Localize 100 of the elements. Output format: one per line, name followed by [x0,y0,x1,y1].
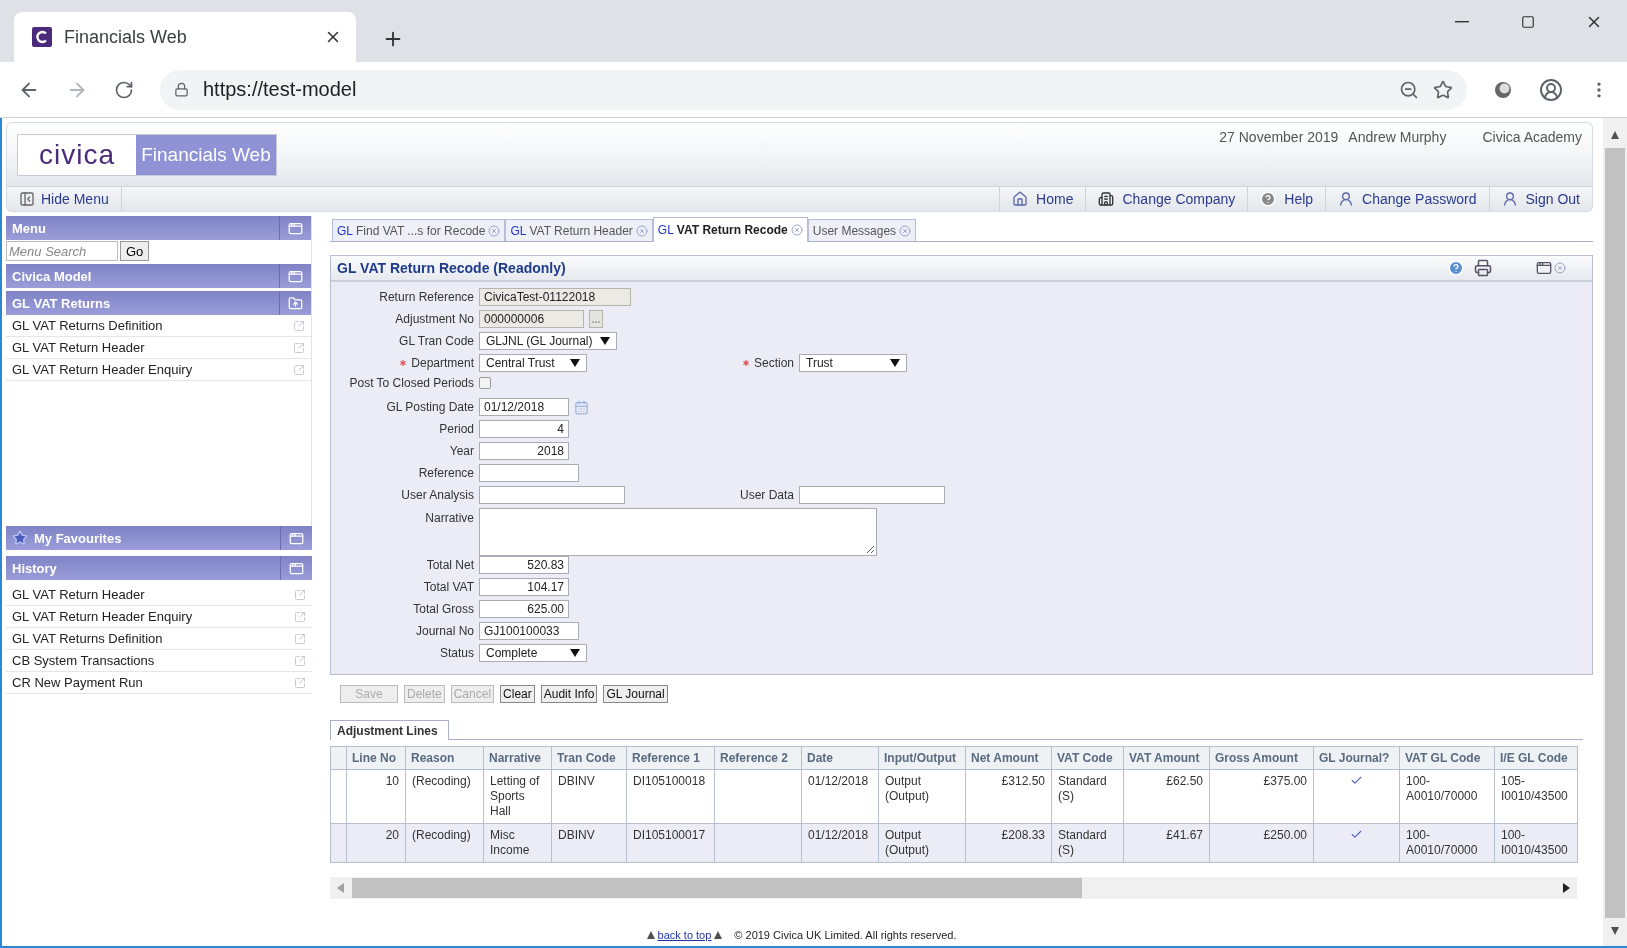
form-button[interactable]: Clear [500,685,535,703]
go-button[interactable]: Go [120,241,150,261]
column-header: Input/Output [878,746,966,770]
tab[interactable]: GL Find VAT ...s for Recode [332,219,506,241]
history-item[interactable]: GL VAT Return Header Enquiry [6,606,312,628]
menu-item[interactable]: GL VAT Return Header Enquiry [6,359,311,381]
browser-tab[interactable]: Financials Web [14,12,356,62]
field-label: Total Net [426,558,474,572]
table-cell: Letting of Sports Hall [483,769,552,824]
nav-link[interactable]: Change Password [1325,187,1489,211]
tab[interactable]: GL VAT Return Header [505,219,653,241]
reload-button[interactable] [114,79,134,100]
star-icon[interactable] [1433,79,1453,100]
text-field[interactable]: 4 [479,420,569,438]
resize-grip-icon [865,544,875,554]
table-cell: (Recoding) [405,823,484,863]
field-label: Adjustment No [395,312,474,326]
zoom-out-icon[interactable] [1399,79,1419,100]
text-field[interactable]: 520.83 [479,556,569,574]
tab[interactable]: GL VAT Return Recode [652,217,808,242]
field-label: Total VAT [423,580,474,594]
text-field[interactable]: 104.17 [479,578,569,596]
company-name: Civica Academy [1482,129,1582,145]
tab[interactable]: Adjustment Lines [330,720,449,740]
vertical-scrollbar[interactable] [1603,118,1627,946]
column-header: VAT GL Code [1399,746,1495,770]
external-link-icon [294,632,306,645]
text-field[interactable] [799,486,945,504]
column-header: Narrative [483,746,552,770]
app-logo: civica Financials Web [17,134,277,176]
up-arrow-icon[interactable] [646,930,655,940]
caret-icon [890,359,900,367]
account-icon[interactable] [1539,77,1563,102]
dropdown[interactable]: Complete [479,644,587,662]
external-link-icon [293,341,305,354]
lock-icon [174,82,189,97]
window-icon[interactable] [1536,260,1552,276]
dropdown[interactable]: GLJNL (GL Journal) [479,332,617,350]
user-icon [1501,191,1518,207]
date-field[interactable]: 01/12/2018 [479,398,569,416]
hide-menu-button[interactable]: Hide Menu [7,187,122,211]
form-button[interactable]: Audit Info [540,685,598,703]
text-field[interactable]: CivicaTest-01122018 [479,288,631,306]
field-label: Department [411,356,474,370]
scroll-right-icon[interactable] [1563,883,1571,893]
field-label: GL Posting Date [386,400,474,414]
nav-link[interactable]: Help [1247,187,1326,211]
scroll-down-icon[interactable] [1611,926,1619,936]
column-header: Reference 2 [714,746,802,770]
field-label: Post To Closed Periods [349,376,474,390]
text-field[interactable] [479,486,625,504]
text-field[interactable]: 625.00 [479,600,569,618]
nav-link[interactable]: Change Company [1085,187,1248,211]
caret-icon [570,649,580,657]
external-link-icon [294,676,306,689]
scroll-up-icon[interactable] [1611,130,1619,140]
address-bar[interactable]: https://test-model [160,69,1467,110]
check-icon [1350,828,1363,841]
table-cell: DBINV [551,823,627,863]
column-header: GL Journal? [1313,746,1400,770]
extension-icon[interactable] [1493,79,1513,100]
favourites-header: My Favourites [6,526,312,550]
history-item[interactable]: GL VAT Returns Definition [6,628,312,650]
help-icon [1260,191,1277,207]
dropdown[interactable]: Trust [799,354,907,372]
table-cell: DBINV [551,769,627,824]
history-item[interactable]: CB System Transactions [6,650,312,672]
tab[interactable]: User Messages [807,219,917,241]
text-field[interactable]: 000000006 [479,310,584,328]
dropdown[interactable]: Central Trust [479,354,587,372]
column-header: VAT Code [1051,746,1124,770]
menu-item[interactable]: GL VAT Return Header [6,337,311,359]
text-field[interactable]: GJ100100033 [479,622,579,640]
history-item[interactable]: GL VAT Return Header [6,584,312,606]
nav-link[interactable]: Sign Out [1488,187,1592,211]
column-header: Tran Code [551,746,627,770]
column-header: VAT Amount [1123,746,1210,770]
checkbox[interactable] [479,377,491,389]
table-cell: 100-I0010/43500 [1494,823,1578,863]
field-label: Return Reference [379,290,474,304]
table-cell: 01/12/2018 [801,769,879,824]
menu-search-field[interactable]: Menu Search [6,241,118,261]
form-button[interactable]: GL Journal [603,685,668,703]
history-item[interactable]: CR New Payment Run [6,672,312,694]
horizontal-scrollbar[interactable] [330,877,1577,899]
section-header: GL VAT Returns [6,291,311,315]
maximize-icon [1521,15,1535,29]
nav-link[interactable]: Home [999,187,1086,211]
up-arrow-icon[interactable] [714,930,723,940]
table-cell: 100-A0010/70000 [1399,823,1495,863]
star-icon [12,530,28,546]
printer-icon[interactable] [1474,259,1492,277]
column-header: Line No [346,746,406,770]
text-field[interactable] [479,464,579,482]
menu-item[interactable]: GL VAT Returns Definition [6,315,311,337]
table-cell: Misc Income [483,823,552,863]
text-field[interactable]: 2018 [479,442,569,460]
back-to-top-link[interactable]: back to top [646,929,723,941]
field-label: Journal No [415,624,474,638]
help-icon[interactable] [1448,260,1464,276]
